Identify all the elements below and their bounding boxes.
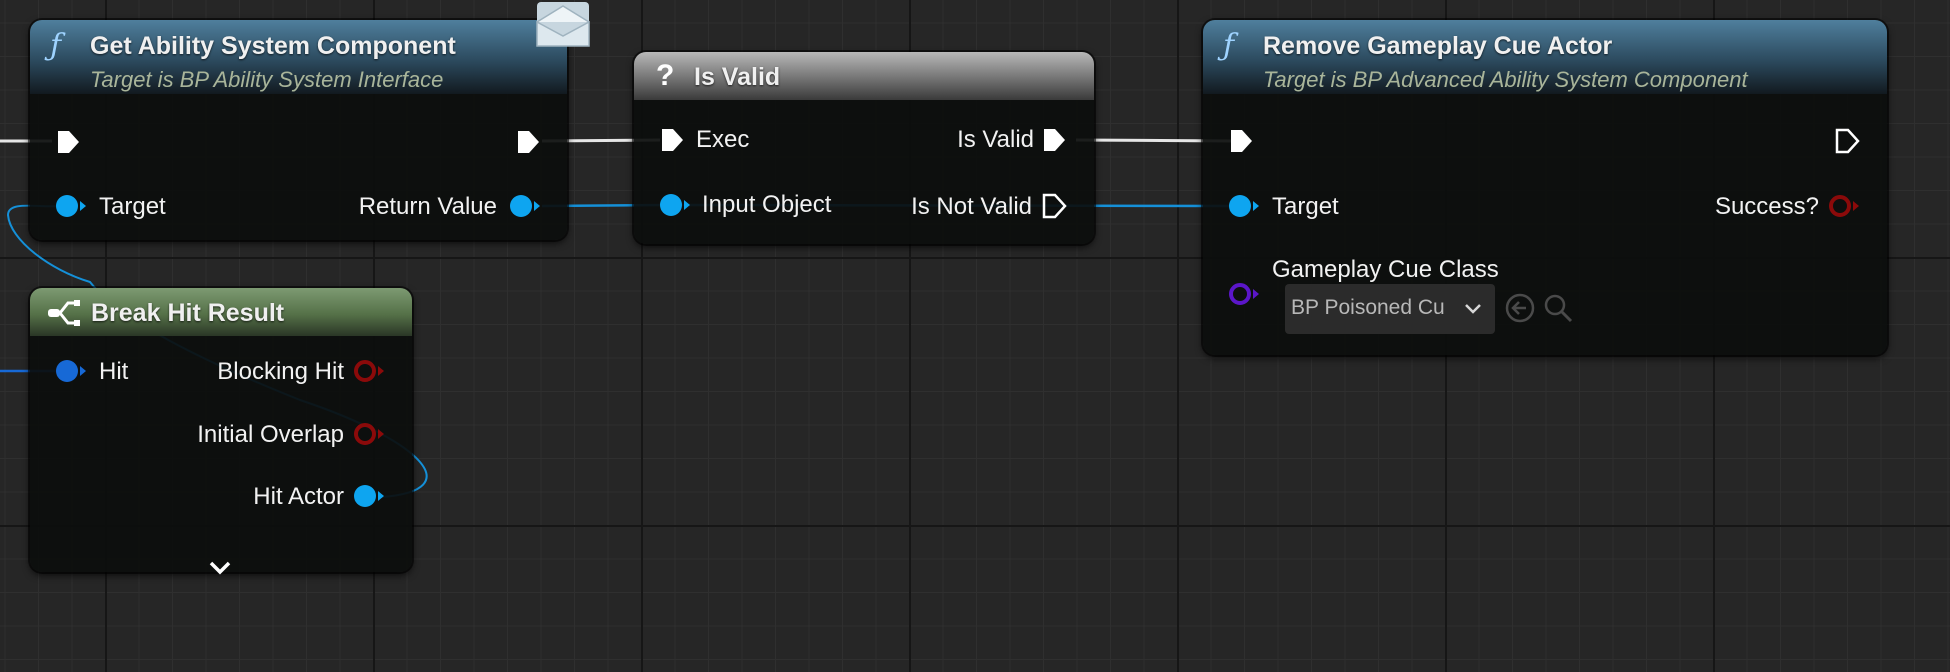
return-value-pin[interactable] (508, 192, 542, 220)
envelope-icon (536, 2, 590, 47)
return-value-label: Return Value (358, 193, 497, 220)
hit-actor-pin[interactable] (352, 482, 386, 510)
node-header[interactable]: Break Hit Result (30, 288, 412, 336)
target-pin[interactable] (54, 192, 88, 220)
node-title: Get Ability System Component (90, 32, 456, 60)
target-pin[interactable] (1227, 192, 1261, 220)
get-ability-system-component-node[interactable]: ƒ Get Ability System Component Target is… (30, 20, 567, 240)
browse-search-icon[interactable] (1542, 292, 1574, 324)
hit-label: Hit (99, 358, 129, 385)
expand-chevron-icon[interactable] (207, 558, 233, 578)
node-subtitle: Target is BP Ability System Interface (90, 67, 444, 92)
success-label: Success? (1714, 193, 1819, 220)
target-label: Target (99, 193, 166, 220)
exec-label: Exec (696, 126, 750, 153)
exec-in-pin[interactable] (1227, 127, 1255, 155)
node-header[interactable]: ? Is Valid (634, 52, 1094, 100)
exec-in-pin[interactable] (658, 126, 686, 154)
cue-class-pin[interactable] (1227, 280, 1261, 308)
node-title: Remove Gameplay Cue Actor (1263, 32, 1613, 60)
hit-actor-label: Hit Actor (253, 483, 344, 510)
exec-in-pin[interactable] (54, 128, 82, 156)
initial-overlap-label: Initial Overlap (197, 421, 344, 448)
node-header[interactable]: ƒ Remove Gameplay Cue Actor Target is BP… (1203, 20, 1887, 94)
is-valid-exec-pin[interactable] (1040, 126, 1068, 154)
break-struct-icon (48, 300, 80, 326)
is-valid-node[interactable]: ? Is Valid Exec Is Valid Input Object Is… (634, 52, 1094, 244)
function-icon: ƒ (50, 28, 62, 63)
break-hit-result-node[interactable]: Break Hit Result Hit Blocking Hit Initia… (30, 288, 412, 575)
remove-gameplay-cue-actor-node[interactable]: ƒ Remove Gameplay Cue Actor Target is BP… (1203, 20, 1887, 355)
dropdown-value: BP Poisoned Cu (1291, 296, 1445, 319)
function-icon: ƒ (1223, 28, 1235, 63)
chevron-down-icon (1465, 304, 1481, 314)
is-valid-label: Is Valid (957, 126, 1034, 153)
exec-out-pin[interactable] (514, 128, 542, 156)
node-title: Is Valid (694, 63, 781, 91)
cue-class-dropdown[interactable]: BP Poisoned Cu (1285, 284, 1495, 334)
input-object-label: Input Object (702, 191, 832, 218)
initial-overlap-pin[interactable] (352, 420, 386, 448)
use-selected-arrow-icon[interactable] (1504, 292, 1536, 324)
input-object-pin[interactable] (658, 191, 692, 219)
is-not-valid-exec-pin[interactable] (1040, 192, 1068, 220)
gameplay-cue-class-label: Gameplay Cue Class (1272, 256, 1499, 283)
question-icon: ? (656, 59, 675, 92)
success-pin[interactable] (1827, 192, 1861, 220)
node-title: Break Hit Result (91, 299, 285, 327)
exec-out-pin[interactable] (1833, 127, 1861, 155)
blocking-hit-label: Blocking Hit (217, 358, 344, 385)
blocking-hit-pin[interactable] (352, 357, 386, 385)
is-not-valid-label: Is Not Valid (911, 193, 1032, 220)
node-header[interactable]: ƒ Get Ability System Component Target is… (30, 20, 567, 94)
hit-pin[interactable] (54, 357, 88, 385)
node-subtitle: Target is BP Advanced Ability System Com… (1263, 67, 1748, 92)
target-label: Target (1272, 193, 1339, 220)
